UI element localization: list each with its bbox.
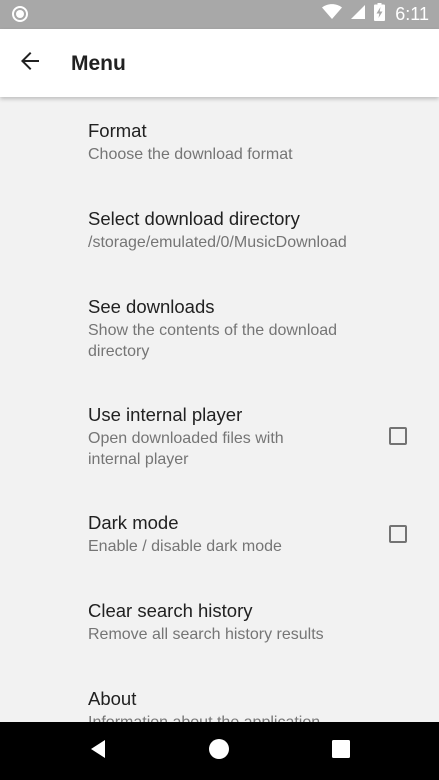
menu-item-clear-search-history[interactable]: Clear search history Remove all search h…	[0, 577, 439, 665]
menu-item-about[interactable]: About Information about the application	[0, 665, 439, 722]
status-time: 6:11	[395, 4, 429, 24]
menu-item-select-download-directory[interactable]: Select download directory /storage/emula…	[0, 185, 439, 273]
nav-back-button[interactable]	[68, 722, 128, 780]
recents-square-icon	[332, 739, 350, 763]
navigation-bar	[0, 722, 439, 780]
menu-item-text: Clear search history Remove all search h…	[88, 599, 324, 645]
menu-item-text: About Information about the application	[88, 687, 320, 722]
menu-item-subtitle: Show the contents of the download direct…	[88, 322, 338, 360]
status-icons: 6:11	[322, 0, 429, 29]
arrow-back-icon	[18, 49, 42, 78]
nav-home-button[interactable]	[189, 722, 249, 780]
internal-player-checkbox[interactable]	[389, 427, 407, 445]
menu-item-subtitle: /storage/emulated/0/MusicDownload	[88, 234, 347, 251]
settings-list[interactable]: Format Choose the download format Select…	[0, 97, 439, 722]
menu-item-format[interactable]: Format Choose the download format	[0, 97, 439, 185]
battery-charging-icon	[374, 3, 386, 26]
menu-item-subtitle: Remove all search history results	[88, 626, 324, 643]
menu-item-text: Format Choose the download format	[88, 119, 293, 165]
menu-item-subtitle: Information about the application	[88, 712, 320, 722]
menu-item-title: Select download directory	[88, 208, 300, 229]
menu-item-title: About	[88, 688, 137, 709]
menu-item-title: See downloads	[88, 296, 215, 317]
back-button[interactable]	[6, 39, 54, 87]
menu-item-subtitle: Choose the download format	[88, 146, 293, 163]
circle-notification-icon	[12, 6, 28, 22]
menu-item-title: Use internal player	[88, 404, 243, 425]
menu-item-text: Use internal player Open downloaded file…	[88, 403, 338, 470]
status-bar: 6:11	[0, 0, 439, 29]
menu-item-text: See downloads Show the contents of the d…	[88, 295, 378, 362]
back-triangle-icon	[89, 739, 107, 764]
signal-icon	[350, 4, 366, 25]
menu-item-subtitle: Enable / disable dark mode	[88, 538, 282, 555]
wifi-icon	[322, 4, 343, 25]
menu-item-text: Dark mode Enable / disable dark mode	[88, 511, 282, 557]
menu-item-title: Clear search history	[88, 600, 253, 621]
page-title: Menu	[71, 52, 126, 75]
menu-item-see-downloads[interactable]: See downloads Show the contents of the d…	[0, 273, 439, 381]
menu-item-use-internal-player[interactable]: Use internal player Open downloaded file…	[0, 381, 439, 489]
nav-recents-button[interactable]	[311, 722, 371, 780]
app-screen: 6:11 Menu Format Choose the download for…	[0, 0, 439, 780]
dark-mode-checkbox[interactable]	[389, 525, 407, 543]
home-circle-icon	[208, 738, 230, 765]
menu-item-title: Dark mode	[88, 512, 179, 533]
menu-item-title: Format	[88, 120, 147, 141]
menu-item-dark-mode[interactable]: Dark mode Enable / disable dark mode	[0, 489, 439, 577]
menu-item-text: Select download directory /storage/emula…	[88, 207, 347, 253]
app-bar: Menu	[0, 29, 439, 97]
menu-item-subtitle: Open downloaded files with internal play…	[88, 430, 284, 468]
